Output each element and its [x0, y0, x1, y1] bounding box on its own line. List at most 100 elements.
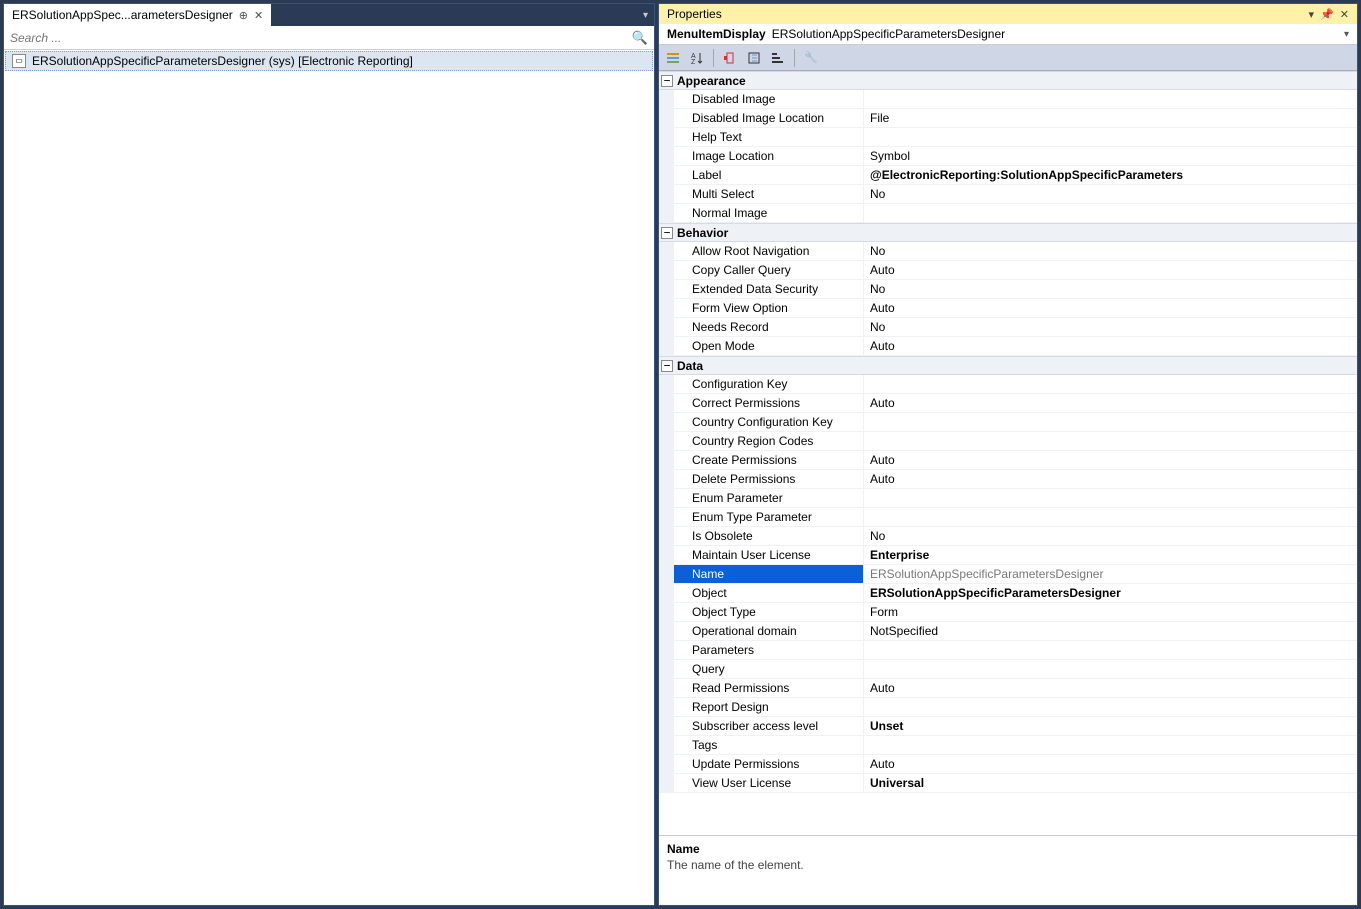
property-value[interactable]: Auto — [864, 394, 1357, 412]
search-icon[interactable]: 🔍 — [632, 30, 648, 46]
property-row[interactable]: Image LocationSymbol — [659, 147, 1357, 166]
search-bar: 🔍 — [4, 26, 654, 50]
property-row[interactable]: Multi SelectNo — [659, 185, 1357, 204]
property-row[interactable]: Needs RecordNo — [659, 318, 1357, 337]
property-value[interactable] — [864, 698, 1357, 716]
property-row[interactable]: Configuration Key — [659, 375, 1357, 394]
property-row[interactable]: View User LicenseUniversal — [659, 774, 1357, 793]
categorized-button[interactable] — [663, 48, 683, 68]
extensions-button[interactable] — [720, 48, 740, 68]
object-selector[interactable]: MenuItemDisplay ERSolutionAppSpecificPar… — [659, 24, 1357, 45]
property-value[interactable] — [864, 204, 1357, 222]
property-row[interactable]: Allow Root NavigationNo — [659, 242, 1357, 261]
property-pages-button[interactable] — [744, 48, 764, 68]
property-value[interactable]: Universal — [864, 774, 1357, 792]
property-value[interactable] — [864, 489, 1357, 507]
property-value[interactable]: No — [864, 280, 1357, 298]
property-row[interactable]: Help Text — [659, 128, 1357, 147]
property-row[interactable]: Tags — [659, 736, 1357, 755]
property-row[interactable]: Is ObsoleteNo — [659, 527, 1357, 546]
property-value[interactable] — [864, 413, 1357, 431]
property-row[interactable]: Country Region Codes — [659, 432, 1357, 451]
property-value[interactable]: Unset — [864, 717, 1357, 735]
category-header[interactable]: −Data — [659, 356, 1357, 375]
property-value[interactable]: File — [864, 109, 1357, 127]
property-value[interactable]: No — [864, 527, 1357, 545]
property-value[interactable] — [864, 641, 1357, 659]
properties-title-bar: Properties ▾ 📌 ✕ — [659, 4, 1357, 24]
property-value[interactable]: Auto — [864, 299, 1357, 317]
property-value[interactable]: Enterprise — [864, 546, 1357, 564]
collapse-icon[interactable]: − — [661, 360, 673, 372]
property-label: Help Text — [659, 128, 864, 146]
toolbar-separator — [794, 49, 795, 67]
property-value[interactable] — [864, 432, 1357, 450]
property-row[interactable]: Correct PermissionsAuto — [659, 394, 1357, 413]
property-label: Extended Data Security — [659, 280, 864, 298]
property-row[interactable]: Extended Data SecurityNo — [659, 280, 1357, 299]
property-value[interactable]: NotSpecified — [864, 622, 1357, 640]
property-row[interactable]: Label@ElectronicReporting:SolutionAppSpe… — [659, 166, 1357, 185]
property-value[interactable]: Auto — [864, 337, 1357, 355]
category-header[interactable]: −Behavior — [659, 223, 1357, 242]
property-value[interactable]: No — [864, 242, 1357, 260]
property-row[interactable]: Operational domainNotSpecified — [659, 622, 1357, 641]
property-value[interactable] — [864, 736, 1357, 754]
property-row[interactable]: Delete PermissionsAuto — [659, 470, 1357, 489]
collapse-icon[interactable]: − — [661, 227, 673, 239]
property-row[interactable]: NameERSolutionAppSpecificParametersDesig… — [659, 565, 1357, 584]
property-value[interactable]: @ElectronicReporting:SolutionAppSpecific… — [864, 166, 1357, 184]
sort-button[interactable] — [768, 48, 788, 68]
property-value[interactable]: No — [864, 318, 1357, 336]
property-row[interactable]: Create PermissionsAuto — [659, 451, 1357, 470]
close-icon[interactable]: ✕ — [1340, 8, 1349, 21]
property-row[interactable]: Object TypeForm — [659, 603, 1357, 622]
category-header[interactable]: −Appearance — [659, 71, 1357, 90]
property-row[interactable]: Parameters — [659, 641, 1357, 660]
property-row[interactable]: Disabled Image — [659, 90, 1357, 109]
property-value[interactable] — [864, 375, 1357, 393]
property-row[interactable]: Report Design — [659, 698, 1357, 717]
close-icon[interactable]: ✕ — [254, 9, 263, 22]
collapse-icon[interactable]: − — [661, 75, 673, 87]
property-row[interactable]: Query — [659, 660, 1357, 679]
property-row[interactable]: Disabled Image LocationFile — [659, 109, 1357, 128]
property-row[interactable]: Open ModeAuto — [659, 337, 1357, 356]
property-value[interactable]: Auto — [864, 679, 1357, 697]
tab-overflow-dropdown-icon[interactable]: ▾ — [637, 4, 654, 26]
property-row[interactable]: Read PermissionsAuto — [659, 679, 1357, 698]
document-tab-active[interactable]: ERSolutionAppSpec...arametersDesigner ⊕ … — [4, 4, 271, 26]
property-value[interactable]: No — [864, 185, 1357, 203]
property-value[interactable]: Auto — [864, 261, 1357, 279]
pin-icon[interactable]: ⊕ — [239, 9, 248, 22]
property-row[interactable]: Update PermissionsAuto — [659, 755, 1357, 774]
property-row[interactable]: Normal Image — [659, 204, 1357, 223]
pin-icon[interactable]: 📌 — [1320, 8, 1334, 21]
property-value[interactable]: Symbol — [864, 147, 1357, 165]
alphabetical-button[interactable]: AZ — [687, 48, 707, 68]
property-row[interactable]: Enum Parameter — [659, 489, 1357, 508]
property-value[interactable] — [864, 508, 1357, 526]
search-input[interactable] — [10, 31, 632, 45]
property-value[interactable]: Auto — [864, 755, 1357, 773]
property-row[interactable]: Subscriber access levelUnset — [659, 717, 1357, 736]
property-value[interactable]: Auto — [864, 451, 1357, 469]
property-value[interactable] — [864, 90, 1357, 108]
wrench-button[interactable]: 🔧 — [801, 48, 821, 68]
tree-root-item[interactable]: ▭ ERSolutionAppSpecificParametersDesigne… — [5, 51, 653, 71]
property-value[interactable] — [864, 660, 1357, 678]
property-row[interactable]: Enum Type Parameter — [659, 508, 1357, 527]
property-value[interactable] — [864, 128, 1357, 146]
property-value[interactable]: ERSolutionAppSpecificParametersDesigner — [864, 584, 1357, 602]
property-grid[interactable]: −AppearanceDisabled ImageDisabled Image … — [659, 71, 1357, 835]
property-value[interactable]: Form — [864, 603, 1357, 621]
property-value[interactable]: Auto — [864, 470, 1357, 488]
property-row[interactable]: Maintain User LicenseEnterprise — [659, 546, 1357, 565]
object-dropdown-icon[interactable]: ▾ — [1344, 29, 1349, 40]
property-row[interactable]: ObjectERSolutionAppSpecificParametersDes… — [659, 584, 1357, 603]
property-value[interactable]: ERSolutionAppSpecificParametersDesigner — [864, 565, 1357, 583]
window-position-dropdown-icon[interactable]: ▾ — [1309, 8, 1315, 21]
property-row[interactable]: Copy Caller QueryAuto — [659, 261, 1357, 280]
property-row[interactable]: Country Configuration Key — [659, 413, 1357, 432]
property-row[interactable]: Form View OptionAuto — [659, 299, 1357, 318]
